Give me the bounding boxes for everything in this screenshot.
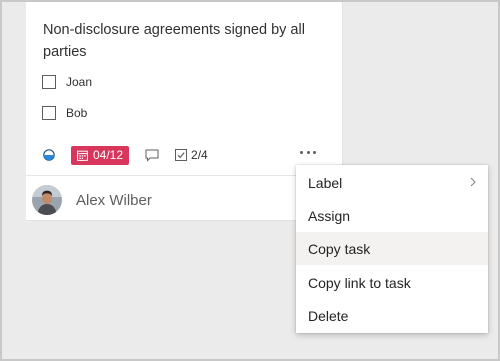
assignee[interactable]: Alex Wilber	[32, 185, 152, 215]
menu-item-text: Delete	[308, 307, 349, 324]
checklist-item[interactable]: Joan	[42, 75, 92, 89]
calendar-icon	[77, 150, 88, 161]
task-meta-row: 04/12 2/4	[43, 145, 208, 165]
task-title[interactable]: Non-disclosure agreements signed by all …	[43, 19, 313, 63]
checklist-count-label: 2/4	[191, 148, 208, 162]
assignee-name: Alex Wilber	[76, 191, 152, 209]
due-date-badge[interactable]: 04/12	[71, 145, 130, 165]
checklist-checkbox[interactable]	[42, 75, 56, 89]
progress-in-progress-icon[interactable]	[43, 149, 55, 161]
menu-item-copy-task[interactable]: Copy task	[296, 232, 488, 265]
menu-item-assign[interactable]: Assign	[296, 199, 488, 232]
chevron-right-icon	[470, 177, 476, 187]
checklist-item-label: Joan	[66, 75, 93, 89]
menu-item-label[interactable]: Label	[296, 166, 488, 199]
menu-item-text: Copy link to task	[308, 274, 411, 291]
checklist-progress: 2/4	[175, 148, 208, 162]
checklist-checkbox[interactable]	[42, 106, 56, 120]
menu-item-text: Label	[308, 174, 343, 191]
screenshot-frame: Non-disclosure agreements signed by all …	[0, 0, 500, 361]
comment-icon[interactable]	[145, 149, 159, 162]
avatar	[32, 185, 62, 215]
context-menu: Label Assign Copy task Copy link to task…	[296, 165, 488, 333]
menu-item-text: Copy task	[308, 240, 371, 257]
card-divider	[26, 175, 342, 176]
more-dot-icon	[300, 150, 303, 154]
menu-item-copy-link[interactable]: Copy link to task	[296, 266, 488, 299]
due-date-label: 04/12	[93, 148, 124, 162]
checkbox-checked-icon	[175, 149, 188, 161]
more-options-button[interactable]	[300, 147, 316, 157]
checklist-item[interactable]: Bob	[42, 106, 87, 120]
menu-item-delete[interactable]: Delete	[296, 299, 488, 332]
more-dot-icon	[313, 150, 316, 154]
more-dot-icon	[306, 150, 310, 154]
menu-item-text: Assign	[308, 207, 351, 224]
checklist-item-label: Bob	[66, 106, 88, 120]
